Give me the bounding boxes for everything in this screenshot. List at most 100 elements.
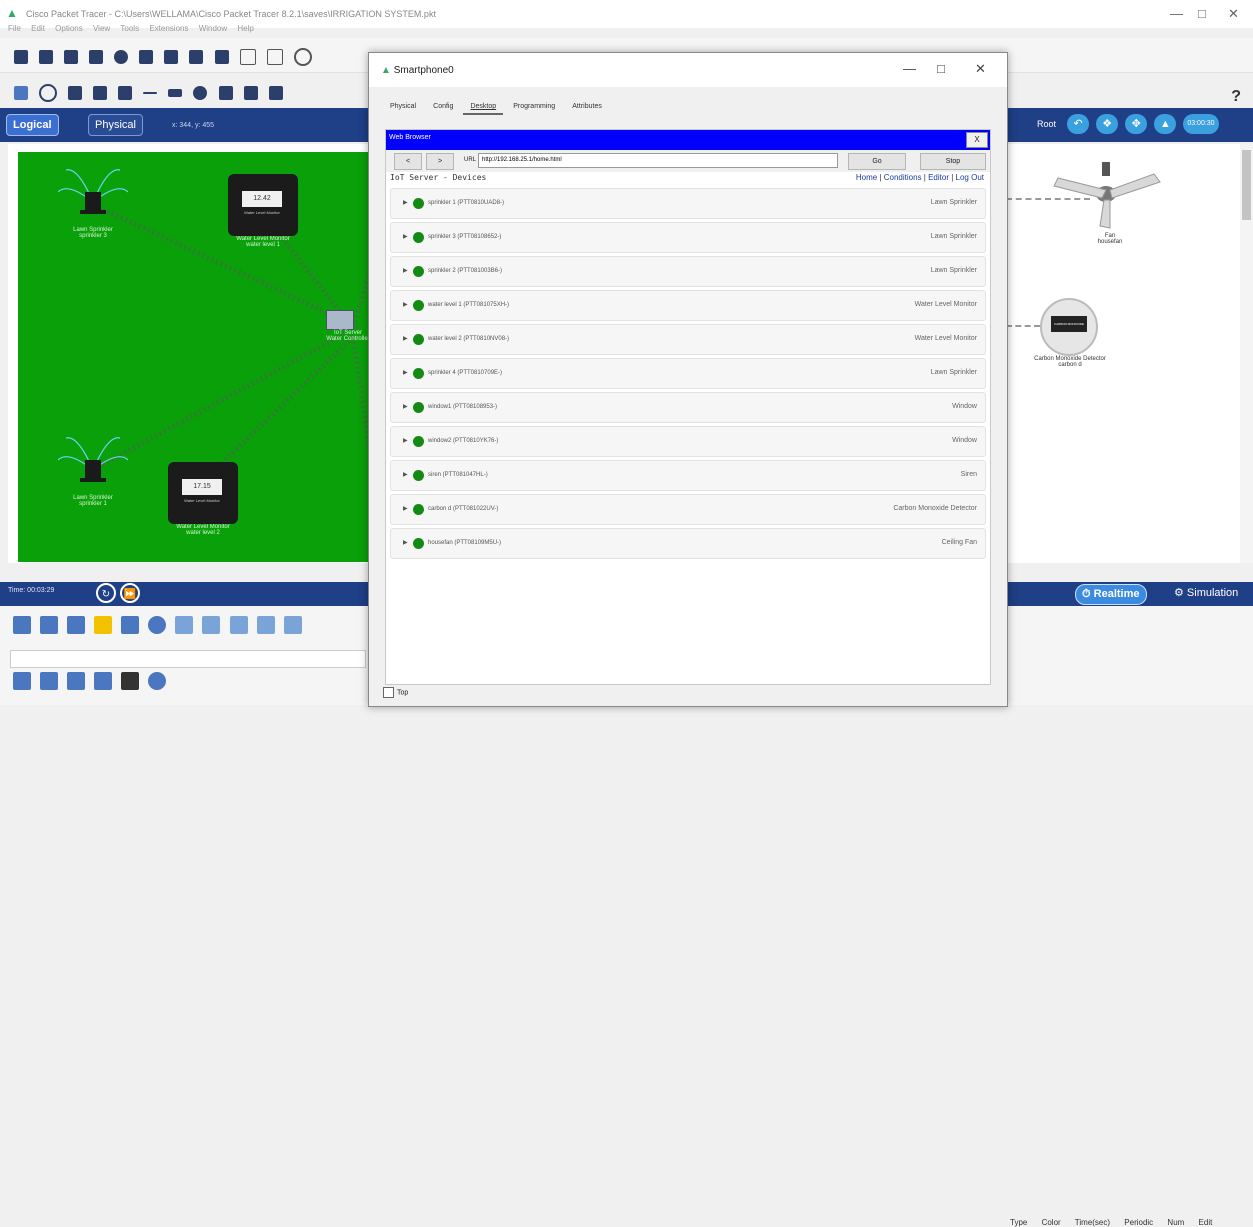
draw-rectangle-icon[interactable] (168, 89, 183, 97)
wan-emulation-icon[interactable] (148, 672, 167, 690)
freeform-icon[interactable] (218, 86, 233, 100)
paste-icon[interactable] (214, 50, 229, 64)
realtime-button[interactable]: ⏱ Realtime (1075, 584, 1147, 605)
device-model-field[interactable] (10, 650, 366, 668)
device-row[interactable]: ▶ siren (PTT081047HL-) Siren (390, 460, 986, 491)
expand-arrow-icon[interactable]: ▶ (403, 505, 408, 512)
menu-window[interactable]: Window (199, 24, 227, 33)
maximize-icon[interactable]: □ (1198, 6, 1206, 21)
power-cycle-icon[interactable]: ↻ (96, 583, 116, 603)
device-row[interactable]: ▶ sprinkler 2 (PTT081003B6-) Lawn Sprinkle… (390, 256, 986, 287)
tab-config[interactable]: Config (426, 100, 460, 113)
sprinkler-1-device[interactable]: Lawn Sprinkler sprinkler 1 (57, 430, 129, 507)
tab-desktop[interactable]: Desktop (463, 100, 504, 115)
link-log-out[interactable]: Log Out (956, 173, 984, 182)
menu-view[interactable]: View (93, 24, 110, 33)
expand-arrow-icon[interactable]: ▶ (403, 335, 408, 342)
draw-line-icon[interactable] (143, 92, 158, 94)
menu-tools[interactable]: Tools (120, 24, 139, 33)
router-model-icon[interactable] (202, 616, 221, 634)
water-level-1-device[interactable]: 12.42 Water Level Monitor Water Level Mo… (228, 174, 298, 248)
scroll-thumb[interactable] (1242, 150, 1251, 220)
menu-file[interactable]: File (8, 24, 21, 33)
help-icon[interactable]: ? (1231, 88, 1241, 106)
close-icon[interactable]: ✕ (975, 61, 986, 77)
expand-arrow-icon[interactable]: ▶ (403, 437, 408, 444)
resize-shape-icon[interactable] (93, 86, 108, 100)
tab-programming[interactable]: Programming (506, 100, 562, 113)
move-object-icon[interactable]: ✥ (1125, 114, 1148, 134)
print-icon[interactable] (89, 50, 104, 64)
device-row[interactable]: ▶ sprinkler 1 (PTT0810UAD8-) Lawn Sprinkle… (390, 188, 986, 219)
fast-forward-icon[interactable]: ⏩ (120, 583, 140, 603)
add-complex-pdu-icon[interactable] (268, 86, 283, 100)
expand-arrow-icon[interactable]: ▶ (403, 369, 408, 376)
save-icon[interactable] (64, 50, 79, 64)
redo-icon[interactable] (266, 49, 283, 65)
menu-extensions[interactable]: Extensions (149, 24, 188, 33)
water-level-2-device[interactable]: 17.15 Water Level Monitor Water Level Mo… (168, 462, 238, 536)
activity-wizard-icon[interactable] (114, 50, 129, 64)
open-folder-icon[interactable] (39, 50, 54, 64)
miscellaneous-icon[interactable] (121, 616, 140, 634)
iot-server-device[interactable]: IoT Server Water Controller (326, 310, 370, 342)
simulation-button[interactable]: ⚙ Simulation (1170, 584, 1242, 603)
link-editor[interactable]: Editor (928, 173, 949, 182)
inspect-icon[interactable] (39, 84, 58, 102)
select-icon[interactable] (14, 86, 28, 100)
add-simple-pdu-icon[interactable] (243, 86, 258, 100)
top-checkbox-row[interactable]: Top (383, 687, 408, 698)
stop-button[interactable]: Stop (920, 153, 986, 170)
custom-device-icon[interactable] (164, 50, 179, 64)
new-cluster-icon[interactable]: ❖ (1096, 114, 1119, 134)
draw-ellipse-icon[interactable] (193, 86, 208, 100)
security-icon[interactable] (121, 672, 140, 690)
copy-icon[interactable] (189, 50, 204, 64)
back-navigation-icon[interactable]: ↶ (1067, 114, 1090, 134)
link-conditions[interactable]: Conditions (884, 173, 922, 182)
forward-button[interactable]: > (426, 153, 454, 170)
device-row[interactable]: ▶ sprinkler 3 (PTT08108652-) Lawn Sprinkle… (390, 222, 986, 253)
expand-arrow-icon[interactable]: ▶ (403, 471, 408, 478)
network-info-icon[interactable] (139, 50, 154, 64)
tab-logical[interactable]: Logical (6, 114, 59, 136)
multiuser-icon[interactable] (148, 616, 167, 634)
router-model-icon[interactable] (283, 616, 302, 634)
end-devices-icon[interactable] (40, 616, 59, 634)
router-model-icon[interactable] (175, 616, 194, 634)
network-devices-icon[interactable] (13, 616, 31, 634)
top-checkbox[interactable] (383, 687, 394, 698)
menu-edit[interactable]: Edit (31, 24, 45, 33)
ceiling-fan-device[interactable]: Fan housefan (1050, 160, 1170, 245)
sprinkler-3-device[interactable]: Lawn Sprinkler sprinkler 3 (57, 162, 129, 239)
tab-physical[interactable]: Physical (383, 100, 423, 113)
device-row[interactable]: ▶ housefan (PTT08109M5U-) Ceiling Fan (390, 528, 986, 559)
expand-arrow-icon[interactable]: ▶ (403, 301, 408, 308)
delete-icon[interactable] (68, 86, 83, 100)
menu-help[interactable]: Help (237, 24, 253, 33)
device-row[interactable]: ▶ sprinkler 4 (PTT0810709E-) Lawn Sprinkle… (390, 358, 986, 389)
expand-arrow-icon[interactable]: ▶ (403, 539, 408, 546)
co-detector-device[interactable]: CARBON MONOXIDE ALARM Carbon Monoxide De… (1010, 298, 1130, 368)
zoom-in-icon[interactable] (293, 48, 312, 66)
device-row[interactable]: ▶ carbon d (PTT081022UV-) Carbon Monoxide … (390, 494, 986, 525)
set-tiled-background-icon[interactable]: ▲ (1154, 114, 1177, 134)
switches-icon[interactable] (40, 672, 59, 690)
router-model-icon[interactable] (229, 616, 248, 634)
router-model-icon[interactable] (256, 616, 275, 634)
link-home[interactable]: Home (856, 173, 877, 182)
device-row[interactable]: ▶ window1 (PTT08108953-) Window (390, 392, 986, 423)
minimize-icon[interactable]: — (1170, 6, 1183, 21)
close-icon[interactable]: ✕ (1228, 6, 1239, 22)
expand-arrow-icon[interactable]: ▶ (403, 233, 408, 240)
connections-icon[interactable] (94, 616, 113, 634)
tab-attributes[interactable]: Attributes (565, 100, 609, 113)
tab-physical[interactable]: Physical (88, 114, 143, 136)
url-input[interactable] (478, 153, 838, 168)
device-row[interactable]: ▶ water level 1 (PTT081075XH-) Water Level… (390, 290, 986, 321)
undo-icon[interactable] (239, 49, 256, 65)
components-icon[interactable] (67, 616, 86, 634)
place-note-icon[interactable] (118, 86, 133, 100)
new-file-icon[interactable] (14, 50, 28, 64)
browser-close-button[interactable]: X (966, 132, 988, 148)
